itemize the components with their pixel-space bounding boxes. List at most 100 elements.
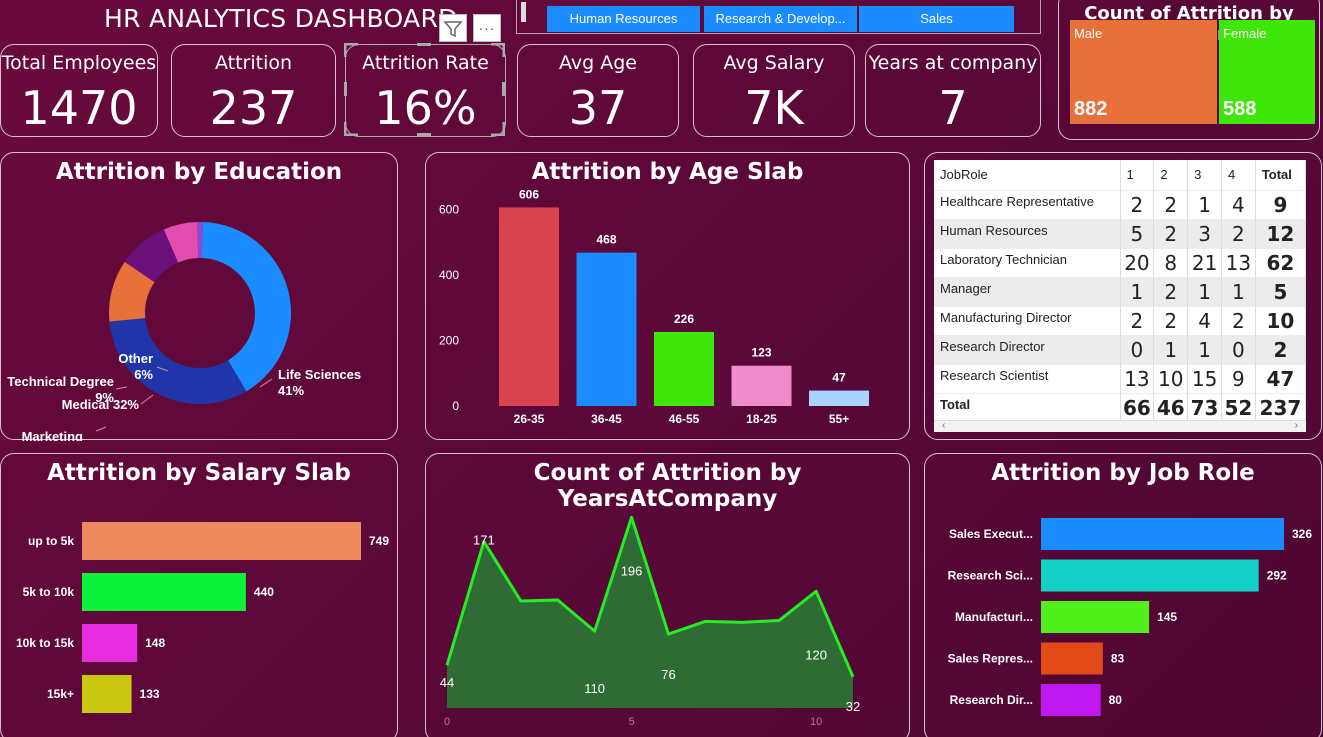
leader-line	[140, 394, 154, 405]
x-tick-label: 0	[444, 716, 450, 728]
column-header[interactable]: 4	[1221, 160, 1256, 190]
data-label: 32	[846, 699, 860, 714]
x-tick-label: 10	[810, 716, 822, 728]
kpi-value: 237	[209, 81, 298, 135]
scroll-left-icon[interactable]: ‹	[942, 420, 945, 431]
kpi-attrition[interactable]: Attrition 237	[171, 44, 336, 137]
filter-icon[interactable]	[439, 14, 467, 42]
bar	[654, 331, 714, 406]
table-cell: 2	[1221, 218, 1256, 248]
table-cell: 2	[1120, 305, 1155, 335]
jobrole-matrix-table[interactable]: JobRole 1 2 3 4 Total Healthcare Representati…	[934, 160, 1306, 432]
job-role-bar-chart: Sales Execut... 326 Research Sci... 292 Manu…	[948, 518, 1312, 716]
tile-value: 882	[1074, 98, 1108, 120]
kpi-avg-salary[interactable]: Avg Salary 7K	[693, 44, 855, 137]
scroll-right-icon[interactable]: ›	[1295, 420, 1298, 431]
data-label: 171	[473, 533, 495, 548]
table-cell: 2	[1153, 305, 1189, 335]
table-cell: 3	[1187, 218, 1222, 248]
table-cell: 2	[1120, 189, 1155, 219]
bar	[576, 252, 637, 406]
row-label: Laboratory Technician	[934, 247, 1121, 277]
slicer-scrollbar[interactable]	[521, 2, 526, 22]
kpi-total-employees[interactable]: Total Employees 1470	[0, 44, 158, 137]
area-fill	[447, 517, 853, 708]
table-row[interactable]: Human Resources 5 2 3 2 12	[934, 218, 1306, 248]
treemap-tile-male[interactable]: Male 882	[1070, 20, 1217, 124]
column-header[interactable]: 3	[1187, 160, 1222, 190]
kpi-value: 37	[568, 81, 628, 135]
table-cell: 10	[1255, 305, 1306, 335]
x-tick-label: 18-25	[746, 412, 777, 426]
data-label: 76	[661, 667, 675, 682]
job-role-chart-card[interactable]: Attrition by Job Role Sales Execut... 326…	[924, 453, 1322, 737]
x-tick-label: 46-55	[669, 412, 700, 426]
data-label: 80	[1109, 693, 1123, 707]
leader-line	[95, 426, 107, 432]
bar	[1041, 518, 1284, 550]
table-cell: 46	[1153, 392, 1189, 422]
tile-label: Male	[1074, 26, 1103, 41]
table-horizontal-scrollbar[interactable]: ‹ ›	[934, 420, 1306, 432]
data-label: 148	[145, 636, 165, 650]
x-tick-label: 55+	[829, 412, 849, 426]
years-at-company-area-chart: 44 171 110 196 76 120 32 0 5 10	[440, 515, 860, 728]
table-row[interactable]: Laboratory Technician 20 8 21 13 62	[934, 247, 1306, 277]
table-cell: 13	[1221, 247, 1256, 277]
data-label: 606	[519, 187, 539, 201]
data-label: 123	[751, 346, 771, 360]
more-options-icon[interactable]: ···	[473, 14, 501, 42]
x-tick-label: 36-45	[591, 412, 622, 426]
table-cell: 1	[1153, 334, 1189, 364]
table-cell: 66	[1120, 392, 1155, 422]
table-cell: 12	[1255, 218, 1306, 248]
table-cell: 62	[1255, 247, 1306, 277]
slicer-option-human-resources[interactable]: Human Resources	[547, 6, 700, 32]
category-label: Sales Repres...	[948, 652, 1033, 666]
column-header[interactable]: JobRole	[934, 160, 1121, 190]
table-cell: 21	[1187, 247, 1222, 277]
slicer-option-research-development[interactable]: Research & Develop...	[704, 6, 857, 32]
kpi-value: 7K	[744, 81, 804, 135]
table-cell: 1	[1187, 334, 1222, 364]
table-row[interactable]: Research Scientist 13 10 15 9 47	[934, 363, 1306, 393]
row-label: Research Scientist	[934, 363, 1121, 393]
kpi-avg-age[interactable]: Avg Age 37	[517, 44, 679, 137]
column-header[interactable]: Total	[1255, 160, 1306, 190]
kpi-value: 1470	[20, 81, 138, 135]
table-row[interactable]: Research Director 0 1 1 0 2	[934, 334, 1306, 364]
table-cell: 1	[1187, 276, 1222, 306]
table-cell: 2	[1255, 334, 1306, 364]
table-cell: 2	[1221, 305, 1256, 335]
total-row[interactable]: Total 66 46 73 52 237	[934, 392, 1306, 422]
salary-slab-chart-card[interactable]: Attrition by Salary Slab up to 5k 749 5k t…	[0, 453, 398, 737]
category-label: 10k to 15k	[16, 636, 74, 650]
table-row[interactable]: Manufacturing Director 2 2 4 2 10	[934, 305, 1306, 335]
kpi-value: 7	[938, 81, 968, 135]
selection-handles[interactable]	[344, 43, 505, 136]
row-label: Manager	[934, 276, 1121, 306]
data-label: 326	[1292, 527, 1312, 541]
table-cell: 73	[1187, 392, 1222, 422]
kpi-years-at-company[interactable]: Years at company 7	[865, 44, 1041, 137]
kpi-attrition-rate[interactable]: Attrition Rate 16%	[344, 43, 506, 137]
gender-attrition-card[interactable]: Count of Attrition by Gender Male 882 Fe…	[1058, 0, 1320, 140]
bar	[1041, 684, 1101, 716]
department-slicer: Human Resources Research & Develop... Sa…	[516, 0, 1041, 34]
table-cell: 0	[1221, 334, 1256, 364]
table-cell: 1	[1120, 276, 1155, 306]
education-chart-card[interactable]: Attrition by Education Life Sciences 41% M…	[0, 152, 398, 441]
column-header[interactable]: 1	[1120, 160, 1155, 190]
age-slab-chart-card[interactable]: Attrition by Age Slab 0 200 400 600 606 26-35…	[425, 152, 910, 440]
treemap-tile-female[interactable]: Female 588	[1219, 20, 1315, 124]
table-row[interactable]: Manager 1 2 1 1 5	[934, 276, 1306, 306]
years-at-company-chart-card[interactable]: Count of Attrition by YearsAtCompany 44 1…	[425, 453, 910, 737]
table-cell: 1	[1187, 189, 1222, 219]
leader-line	[259, 378, 273, 388]
table-cell: 2	[1153, 276, 1189, 306]
table-row[interactable]: Healthcare Representative 2 2 1 4 9	[934, 189, 1306, 219]
column-header[interactable]: 2	[1153, 160, 1189, 190]
slicer-option-sales[interactable]: Sales	[859, 6, 1014, 32]
bar	[731, 365, 792, 406]
data-label: 226	[674, 312, 694, 326]
